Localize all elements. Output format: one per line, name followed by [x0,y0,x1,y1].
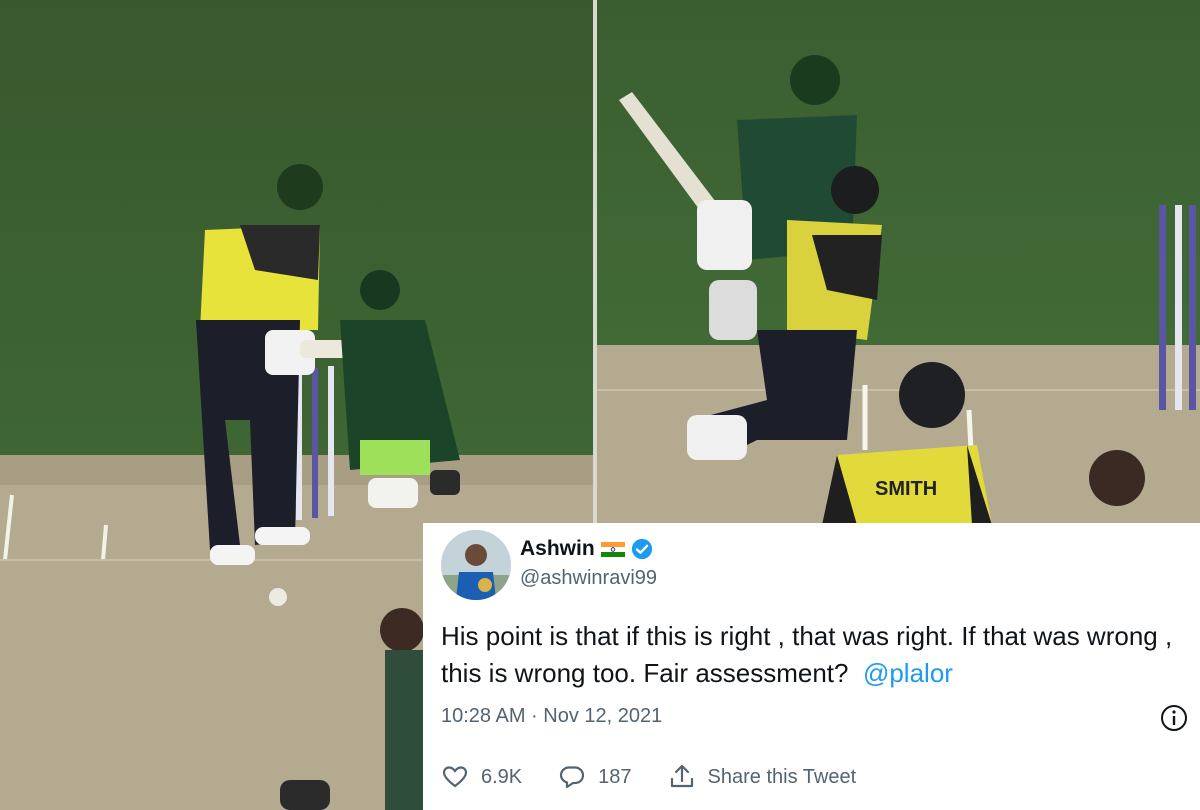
jersey-name-text: SMITH [875,478,937,500]
reply-bubble-icon [560,766,585,789]
avatar[interactable] [441,530,511,600]
share-button[interactable]: Share this Tweet [668,763,857,791]
heart-icon [442,766,468,788]
info-icon[interactable] [1160,704,1188,732]
india-flag-icon [600,541,625,557]
user-handle[interactable]: @ashwinravi99 [520,567,657,590]
tweet-card: Ashwin @ashwinravi99 His point is that i… [423,523,1200,810]
mention-link[interactable]: @plalor [863,658,953,688]
reply-button[interactable]: 187 [558,763,632,791]
like-count: 6.9K [481,765,523,788]
verified-badge-icon [631,538,653,560]
like-button[interactable]: 6.9K [441,763,522,791]
share-label: Share this Tweet [707,765,857,788]
share-icon [670,764,693,788]
tweet-timestamp[interactable]: 10:28 AM · Nov 12, 2021 [441,705,662,728]
tweet-actions: 6.9K 187 Share this Tweet [441,763,892,791]
reply-count: 187 [598,765,632,788]
tweet-body: His point is that if this is right , tha… [441,618,1191,692]
tweet-text: His point is that if this is right , tha… [441,621,1173,688]
display-name[interactable]: Ashwin [520,537,595,561]
